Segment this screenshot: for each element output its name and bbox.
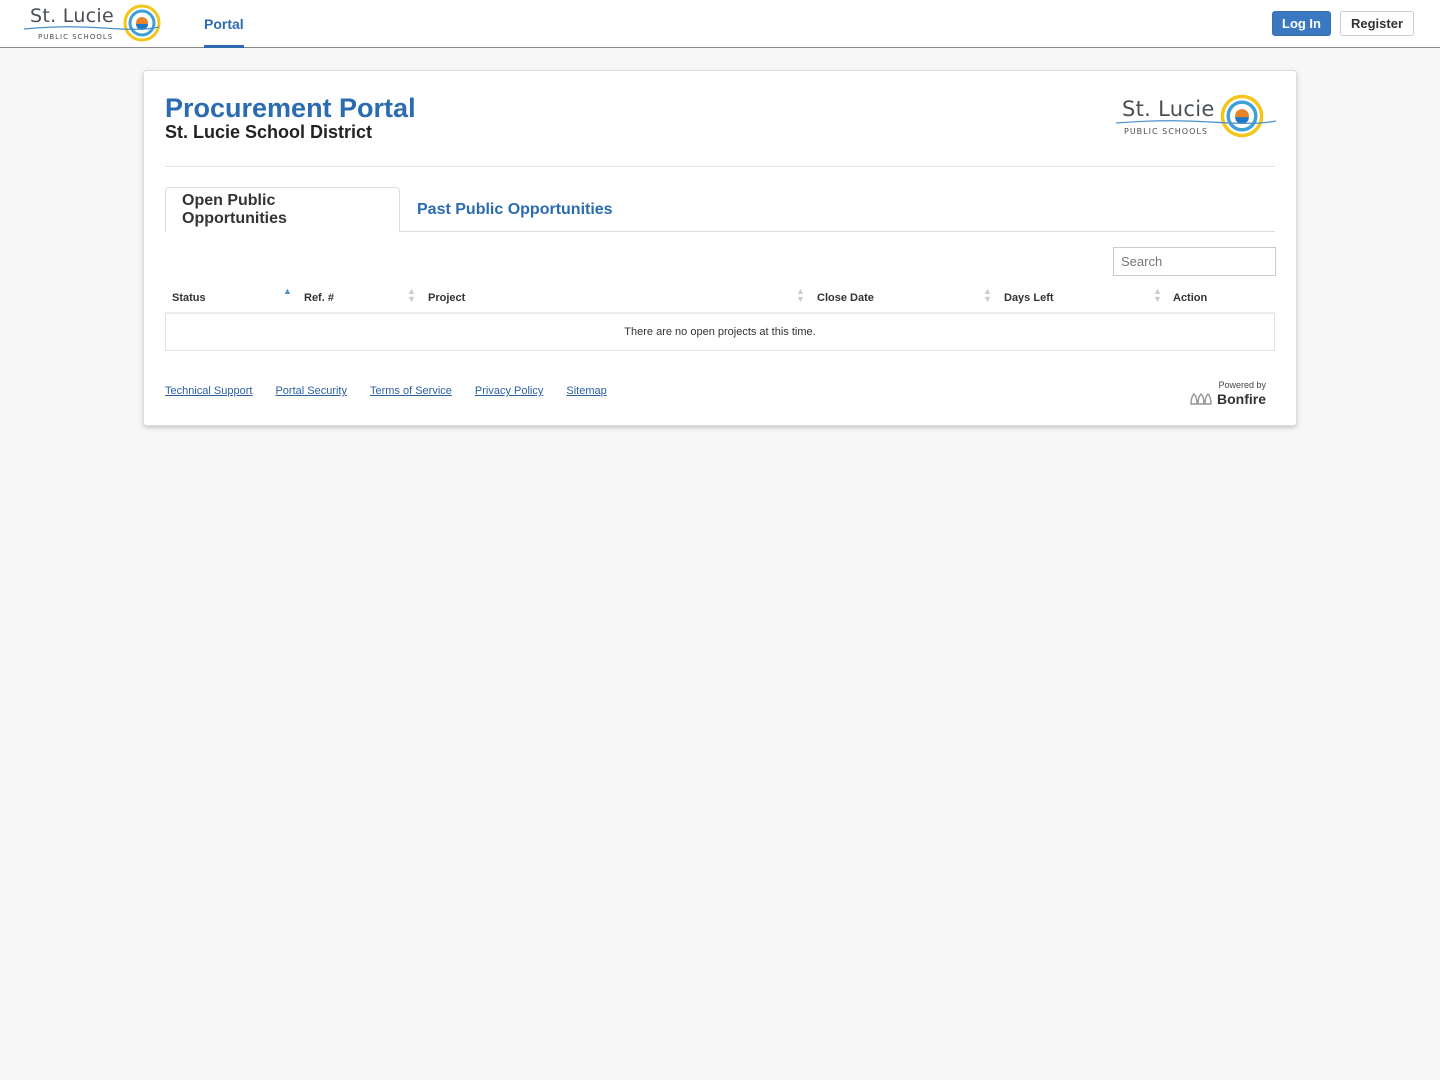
header-divider [165,166,1275,167]
column-label: Status [172,292,206,304]
tab-past-opportunities[interactable]: Past Public Opportunities [401,187,629,233]
logo-name: St. Lucie [30,5,114,27]
column-label: Action [1173,292,1208,304]
page-title: Procurement Portal [165,93,416,123]
top-navbar: St. Lucie PUBLIC SCHOOLS Portal Log In R… [0,0,1440,48]
empty-table-row: There are no open projects at this time. [165,312,1275,351]
column-action[interactable]: Action [1173,284,1273,312]
link-portal-security[interactable]: Portal Security [275,385,347,397]
sort-asc-icon[interactable]: ▲ [283,287,292,296]
column-status[interactable]: Status [172,284,297,312]
card-district-logo: St. Lucie PUBLIC SCHOOLS [1116,93,1276,139]
column-label: Close Date [817,292,874,304]
bonfire-brand: Bonfire [1217,391,1266,407]
district-logo[interactable]: St. Lucie PUBLIC SCHOOLS [24,3,162,43]
opportunity-tabs: Open Public Opportunities Past Public Op… [165,187,1275,233]
bonfire-flame-icon [1190,393,1212,405]
portal-card: Procurement Portal St. Lucie School Dist… [143,70,1297,426]
column-label: Days Left [1004,292,1054,304]
login-button[interactable]: Log In [1272,11,1331,36]
powered-by-bonfire[interactable]: Powered by Bonfire [1190,380,1266,407]
sort-icon[interactable]: ▲ ▼ [796,287,805,304]
register-button[interactable]: Register [1340,11,1414,36]
column-label: Project [428,292,466,304]
footer-links: Technical Support Portal Security Terms … [165,385,630,397]
column-project[interactable]: Project [428,284,798,312]
link-sitemap[interactable]: Sitemap [566,385,606,397]
column-days-left[interactable]: Days Left [1004,284,1154,312]
link-terms-of-service[interactable]: Terms of Service [370,385,452,397]
sort-icon[interactable]: ▲ ▼ [407,287,416,304]
column-ref[interactable]: Ref. # [304,284,424,312]
logo-sub: PUBLIC SCHOOLS [1124,127,1208,136]
powered-by-label: Powered by [1218,380,1266,390]
link-privacy-policy[interactable]: Privacy Policy [475,385,543,397]
page-subtitle: St. Lucie School District [165,122,373,142]
logo-wave-icon [24,26,159,30]
column-label: Ref. # [304,292,334,304]
column-close-date[interactable]: Close Date [817,284,982,312]
sun-logo-icon [1220,94,1263,138]
sort-icon[interactable]: ▲ ▼ [983,287,992,304]
empty-message: There are no open projects at this time. [624,326,816,338]
tab-open-opportunities[interactable]: Open Public Opportunities [165,187,400,233]
logo-wave-icon [1116,120,1276,124]
search-input[interactable] [1113,247,1276,276]
table-header: Status ▲ Ref. # ▲ ▼ Project ▲ ▼ Close Date… [165,284,1275,312]
link-technical-support[interactable]: Technical Support [165,385,252,397]
sort-icon[interactable]: ▲ ▼ [1153,287,1162,304]
sun-logo-icon [123,4,161,42]
nav-portal[interactable]: Portal [204,0,244,48]
logo-sub: PUBLIC SCHOOLS [38,33,114,41]
